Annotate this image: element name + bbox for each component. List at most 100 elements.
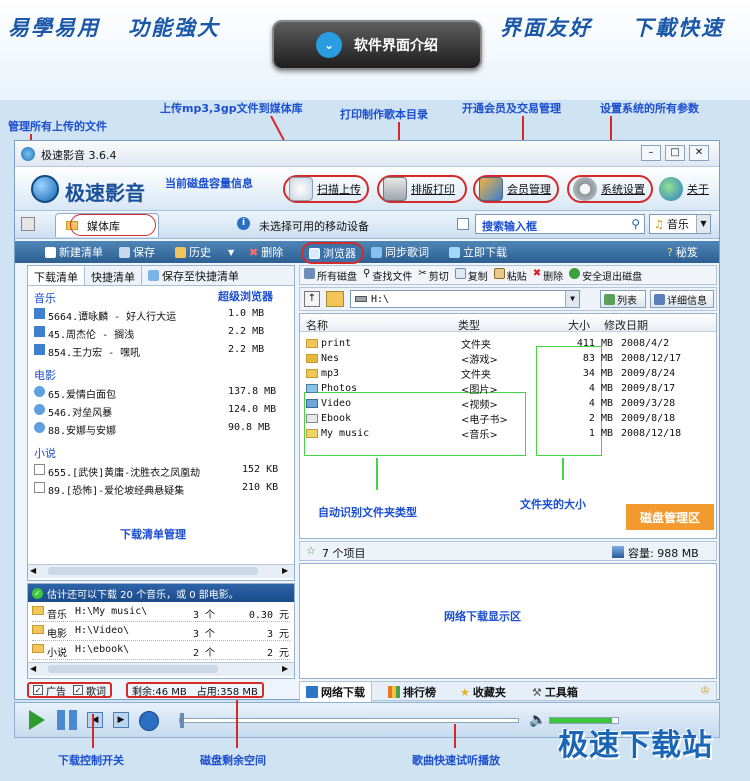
file-type: <图片> — [461, 385, 498, 396]
browser-button[interactable]: 浏览器 — [301, 242, 364, 264]
file-name: Nes — [321, 353, 340, 364]
about-button[interactable]: 关于 — [659, 175, 715, 203]
tab-toolbox[interactable]: ⚒ 工具箱 — [532, 682, 578, 702]
browser-label: 浏览器 — [323, 247, 356, 260]
view-detail-button[interactable]: 详细信息 — [650, 290, 714, 308]
save-button[interactable]: 保存 — [119, 244, 155, 260]
search-input[interactable]: 搜索输入框 ⚲ — [475, 214, 645, 234]
download-now-button[interactable]: 立即下载 — [449, 244, 507, 260]
seek-slider[interactable] — [179, 713, 519, 728]
secret-tips-button[interactable]: ? 秘笈 — [667, 244, 698, 260]
tab-favorites[interactable]: ★ 收藏夹 — [460, 682, 506, 702]
cell-path: H:\My music\ — [75, 606, 148, 617]
table-row[interactable]: print 文件夹 411 MB 2008/4/2 — [306, 336, 710, 351]
up-folder-icon[interactable]: ↑ — [304, 291, 320, 307]
left-status-bar: ✓ 广告 ✓ 歌词 剩余:46 MB 占用:358 MB — [27, 681, 295, 699]
pause-icon[interactable] — [57, 710, 77, 730]
delete-file-button[interactable]: ✖ 删除 — [533, 268, 563, 283]
path-select[interactable]: H:\ ▼ — [350, 290, 580, 308]
table-row[interactable]: My music <音乐> 1 MB 2008/12/18 — [306, 426, 710, 441]
paste-button[interactable]: 粘贴 — [493, 267, 527, 283]
list-item[interactable]: 5664.谭咏麟 - 好人行大运 1.0 MB — [34, 308, 290, 323]
item-count: 7 个项目 — [322, 547, 366, 560]
file-type: <电子书> — [461, 415, 508, 426]
path-value: H:\ — [371, 293, 390, 305]
system-settings-button[interactable]: 系统设置 — [567, 175, 653, 203]
command-menubar: 新建清单 保存 历史 ▼ ✖ 删除 浏览器 同步歌词 立即下载 ? 秘笈 — [15, 241, 719, 264]
next-icon[interactable]: ▶ — [113, 712, 129, 728]
lyrics-checkbox[interactable]: ✓ — [73, 685, 83, 695]
minimize-button[interactable]: – — [641, 145, 661, 161]
scan-upload-button[interactable]: 扫描上传 — [283, 175, 369, 203]
chevron-down-icon[interactable]: ▼ — [696, 215, 710, 233]
scroll-right-icon[interactable]: ▶ — [282, 664, 288, 673]
search-scope-checkbox[interactable] — [457, 218, 469, 230]
list-item[interactable]: 45.周杰伦 - 搁浅 2.2 MB — [34, 326, 290, 341]
list-item[interactable]: 655.[武侠]黄庸-沈胜衣之凤凰劫 152 KB — [34, 464, 290, 479]
tab-media-library[interactable]: 媒体库 — [55, 213, 159, 237]
lyrics-label: 歌词 — [86, 686, 106, 698]
sync-lyrics-button[interactable]: 同步歌词 — [371, 244, 429, 260]
close-button[interactable]: ✕ — [689, 145, 709, 161]
list-item[interactable]: 89.[恐怖]-爱伦坡经典悬疑集 210 KB — [34, 482, 290, 497]
scrollbar-thumb[interactable] — [48, 665, 218, 673]
tab-download-list[interactable]: 下载清单 — [28, 266, 85, 285]
home-icon[interactable] — [21, 217, 35, 231]
maximize-button[interactable]: □ — [665, 145, 685, 161]
search-scope-select[interactable]: ♫ 音乐 ▼ — [649, 214, 711, 234]
horizontal-scrollbar[interactable]: ◀ ▶ — [28, 564, 294, 578]
search-icon[interactable]: ⚲ — [631, 217, 640, 231]
record-icon[interactable] — [139, 711, 159, 731]
tab-network-download[interactable]: 网络下载 — [300, 682, 372, 702]
view-list-button[interactable]: 列表 — [600, 290, 646, 308]
scroll-right-icon[interactable]: ▶ — [282, 566, 288, 575]
chevron-down-icon[interactable]: ▼ — [228, 248, 234, 257]
open-folder-icon[interactable] — [326, 291, 344, 307]
find-file-button[interactable]: ⚲ 查找文件 — [363, 268, 412, 283]
all-disks-button[interactable]: 所有磁盘 — [304, 267, 357, 283]
window-titlebar: 极速影音 3.6.4 – □ ✕ — [15, 141, 719, 167]
table-row[interactable]: Ebook <电子书> 2 MB 2009/8/18 — [306, 411, 710, 426]
file-name: Ebook — [321, 413, 352, 424]
cut-label: 剪切 — [428, 271, 449, 283]
save-to-quick-list-button[interactable]: 保存至快捷清单 — [142, 266, 245, 285]
horizontal-scrollbar[interactable]: ◀ ▶ — [28, 662, 294, 676]
ads-checkbox[interactable]: ✓ — [33, 685, 43, 695]
col-type[interactable]: 类型 — [458, 317, 480, 333]
table-row[interactable]: Photos <图片> 4 MB 2009/8/17 — [306, 381, 710, 396]
item-size: 210 KB — [242, 482, 279, 493]
history-button[interactable]: 历史 ▼ — [175, 244, 234, 260]
annotation-download-list-mgmt: 下载清单管理 — [120, 528, 186, 541]
seek-thumb[interactable] — [180, 713, 184, 728]
list-item[interactable]: 854.王力宏 - 嘿吼 2.2 MB — [34, 344, 290, 359]
list-item[interactable]: 546.对垒风暴 124.0 MB — [34, 404, 290, 419]
previous-icon[interactable]: ◀ — [87, 712, 103, 728]
chevron-down-icon[interactable]: ▼ — [565, 291, 579, 307]
save-list-icon — [148, 270, 159, 281]
tab-ranking[interactable]: 排行榜 — [388, 682, 436, 702]
cut-button[interactable]: ✂ 剪切 — [418, 268, 448, 283]
member-manage-button[interactable]: 会员管理 — [473, 175, 559, 203]
col-size[interactable]: 大小 — [568, 317, 590, 333]
file-name: mp3 — [321, 368, 340, 379]
play-icon[interactable] — [29, 710, 45, 730]
col-date[interactable]: 修改日期 — [604, 317, 648, 333]
table-row[interactable]: Nes <游戏> 83 MB 2008/12/17 — [306, 351, 710, 366]
table-row[interactable]: mp3 文件夹 34 MB 2009/8/24 — [306, 366, 710, 381]
delete-button[interactable]: ✖ 删除 — [249, 244, 283, 260]
copy-button[interactable]: 复制 — [454, 267, 488, 283]
list-item[interactable]: 65.爱情白面包 137.8 MB — [34, 386, 290, 401]
tab-quick-list[interactable]: 快捷清单 — [85, 266, 142, 285]
list-item[interactable]: 88.安娜与安娜 90.8 MB — [34, 422, 290, 437]
volume-icon[interactable]: 🔈 — [529, 712, 546, 728]
item-name: 65.爱情白面包 — [48, 390, 117, 401]
eject-disk-button[interactable]: 安全退出磁盘 — [569, 267, 642, 283]
col-name[interactable]: 名称 — [306, 317, 328, 333]
new-list-button[interactable]: 新建清单 — [45, 244, 103, 260]
scroll-left-icon[interactable]: ◀ — [30, 664, 36, 673]
file-grid-header: 名称 类型 大小 修改日期 — [300, 314, 716, 332]
print-layout-button[interactable]: 排版打印 — [377, 175, 467, 203]
scroll-left-icon[interactable]: ◀ — [30, 566, 36, 575]
table-row[interactable]: Video <视频> 4 MB 2009/3/28 — [306, 396, 710, 411]
scrollbar-thumb[interactable] — [48, 567, 258, 575]
